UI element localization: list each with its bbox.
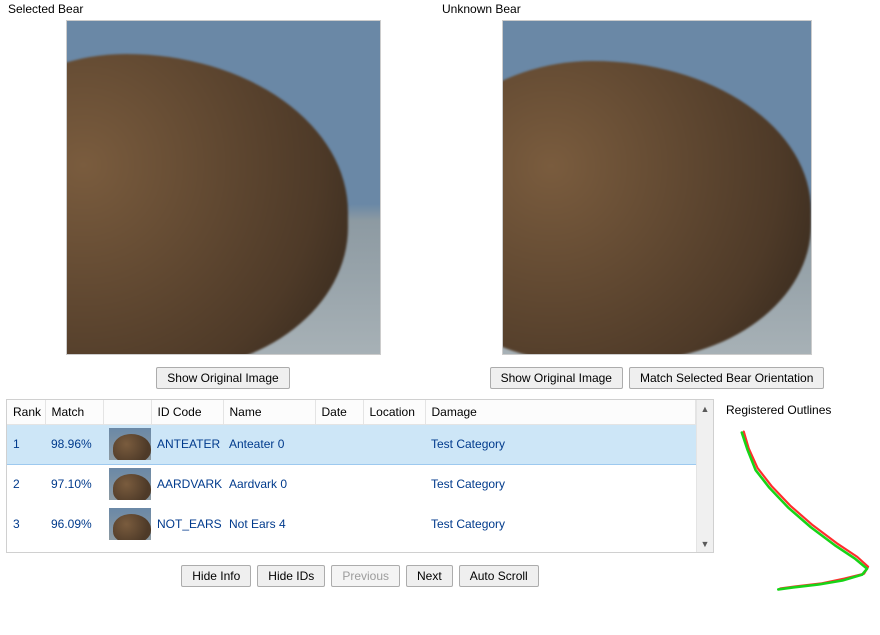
- selected-bear-image: [66, 20, 381, 355]
- col-date[interactable]: Date: [315, 400, 363, 424]
- cell-rank: 2: [7, 464, 45, 504]
- cell-match: 96.09%: [45, 504, 103, 544]
- cell-id: ANTEATER: [151, 424, 223, 464]
- results-scrollbar[interactable]: ▲ ▼: [696, 400, 713, 552]
- cell-date: [315, 504, 363, 544]
- cell-thumb: [103, 504, 151, 544]
- cell-match: 98.96%: [45, 424, 103, 464]
- results-header-row: Rank Match ID Code Name Date Location Da…: [7, 400, 696, 424]
- cell-damage: Test Category: [425, 464, 696, 504]
- match-orientation-button[interactable]: Match Selected Bear Orientation: [629, 367, 824, 389]
- bear-thumbnail: [109, 428, 151, 460]
- cell-match: 97.10%: [45, 464, 103, 504]
- auto-scroll-button[interactable]: Auto Scroll: [459, 565, 539, 587]
- cell-location: [363, 424, 425, 464]
- cell-date: [315, 464, 363, 504]
- bear-thumbnail: [109, 468, 151, 500]
- table-row[interactable]: 297.10% AARDVARKAardvark 0 Test Category: [7, 464, 696, 504]
- registered-outlines-panel: Registered Outlines: [714, 399, 874, 597]
- cell-damage: Test Category: [425, 424, 696, 464]
- next-button[interactable]: Next: [406, 565, 453, 587]
- cell-damage: Test Category: [425, 504, 696, 544]
- unknown-bear-title: Unknown Bear: [442, 2, 874, 16]
- cell-location: [363, 504, 425, 544]
- selected-bear-panel: Selected Bear Show Original Image: [6, 2, 440, 399]
- hide-info-button[interactable]: Hide Info: [181, 565, 251, 587]
- show-original-unknown-button[interactable]: Show Original Image: [490, 367, 623, 389]
- results-grid[interactable]: Rank Match ID Code Name Date Location Da…: [6, 399, 714, 553]
- unknown-bear-image: [502, 20, 812, 355]
- cell-rank: 3: [7, 504, 45, 544]
- cell-location: [363, 464, 425, 504]
- bear-thumbnail: [109, 508, 151, 540]
- cell-id: AARDVARK: [151, 464, 223, 504]
- col-id[interactable]: ID Code: [151, 400, 223, 424]
- results-area: Rank Match ID Code Name Date Location Da…: [6, 399, 714, 597]
- cell-thumb: [103, 464, 151, 504]
- registered-outlines-plot: [726, 423, 874, 597]
- cell-rank: 1: [7, 424, 45, 464]
- registered-outlines-title: Registered Outlines: [726, 403, 874, 417]
- col-damage[interactable]: Damage: [425, 400, 696, 424]
- selected-bear-title: Selected Bear: [8, 2, 440, 16]
- scroll-up-icon[interactable]: ▲: [697, 400, 713, 417]
- show-original-selected-button[interactable]: Show Original Image: [156, 367, 289, 389]
- col-thumb[interactable]: [103, 400, 151, 424]
- cell-thumb: [103, 424, 151, 464]
- table-row[interactable]: 198.96% ANTEATERAnteater 0 Test Category: [7, 424, 696, 464]
- table-row[interactable]: 396.09% NOT_EARSNot Ears 4 Test Category: [7, 504, 696, 544]
- col-rank[interactable]: Rank: [7, 400, 45, 424]
- cell-id: NOT_EARS: [151, 504, 223, 544]
- unknown-bear-panel: Unknown Bear Show Original Image Match S…: [440, 2, 874, 399]
- scroll-down-icon[interactable]: ▼: [697, 535, 713, 552]
- hide-ids-button[interactable]: Hide IDs: [257, 565, 325, 587]
- col-location[interactable]: Location: [363, 400, 425, 424]
- cell-name: Not Ears 4: [223, 504, 315, 544]
- col-name[interactable]: Name: [223, 400, 315, 424]
- cell-name: Aardvark 0: [223, 464, 315, 504]
- cell-date: [315, 424, 363, 464]
- previous-button: Previous: [331, 565, 400, 587]
- col-match[interactable]: Match: [45, 400, 103, 424]
- cell-name: Anteater 0: [223, 424, 315, 464]
